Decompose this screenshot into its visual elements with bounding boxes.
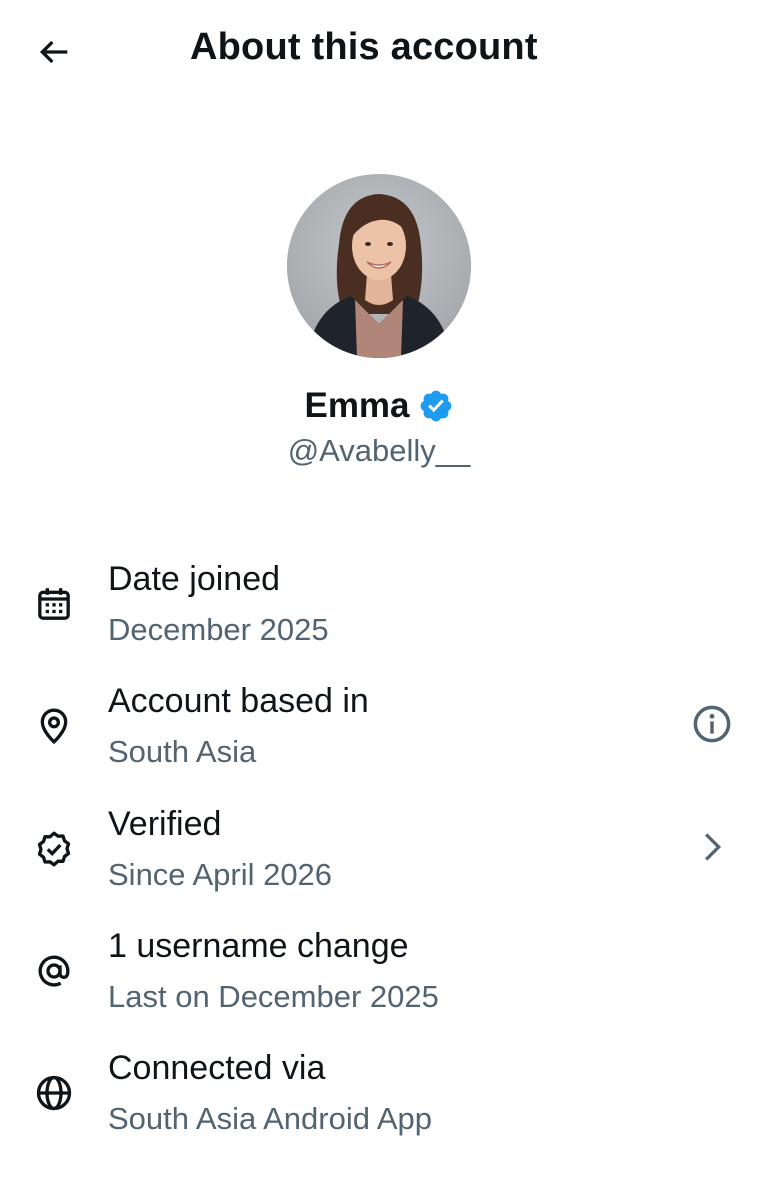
date-joined-value: December 2025 — [108, 612, 329, 647]
username-handle: @Avabelly__ — [287, 433, 471, 468]
connected-via-row: Connected via South Asia Android App — [0, 1049, 758, 1159]
profile-photo — [287, 174, 471, 358]
page-title: About this account — [190, 26, 538, 68]
top-bar: About this account — [0, 0, 758, 104]
account-based-in-row: Account based in South Asia — [0, 682, 758, 792]
info-icon — [693, 705, 731, 743]
account-based-in-label: Account based in — [108, 682, 369, 720]
username-change-label: 1 username change — [108, 927, 409, 965]
arrow-left-icon — [39, 40, 68, 64]
account-based-in-value: South Asia — [108, 734, 257, 769]
at-sign-icon — [30, 947, 78, 995]
location-pin-icon — [30, 702, 78, 750]
calendar-icon — [30, 580, 78, 628]
verified-value: Since April 2026 — [108, 857, 333, 892]
avatar[interactable] — [287, 174, 471, 358]
verified-label: Verified — [108, 805, 222, 843]
verified-seal-icon — [30, 825, 78, 873]
display-name: Emma — [304, 386, 410, 425]
date-joined-label: Date joined — [108, 560, 281, 598]
verified-row[interactable]: Verified Since April 2026 — [0, 805, 758, 915]
username-change-value: Last on December 2025 — [108, 979, 439, 1014]
globe-icon — [30, 1069, 78, 1117]
chevron-right-icon — [704, 833, 722, 861]
connected-via-value: South Asia Android App — [108, 1101, 433, 1136]
verified-badge-icon — [420, 390, 451, 422]
name-row: Emma — [0, 386, 758, 426]
date-joined-row: Date joined December 2025 — [0, 560, 758, 670]
info-button[interactable] — [688, 700, 736, 748]
connected-via-label: Connected via — [108, 1049, 326, 1087]
verified-chevron[interactable] — [688, 823, 736, 871]
username-change-row: 1 username change Last on December 2025 — [0, 927, 758, 1037]
back-button[interactable] — [26, 24, 82, 80]
